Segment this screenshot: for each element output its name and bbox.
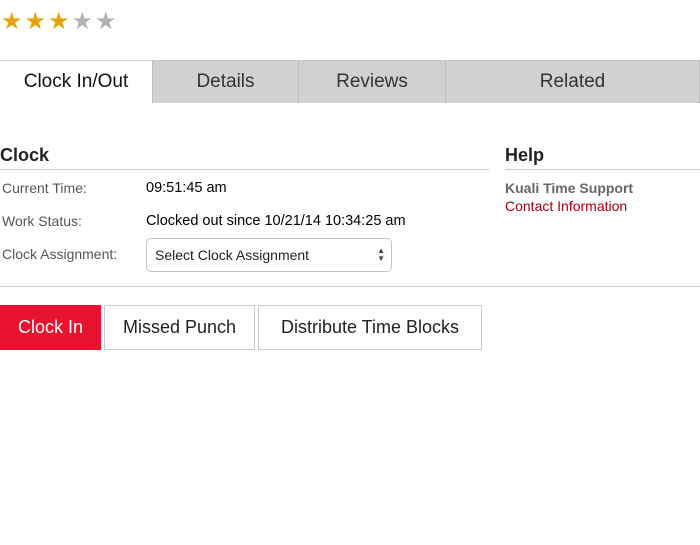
current-time-label: Current Time: bbox=[2, 180, 87, 196]
missed-punch-button[interactable]: Missed Punch bbox=[104, 305, 255, 350]
support-name: Kuali Time Support bbox=[505, 180, 634, 196]
star-empty-icon: ★ bbox=[71, 8, 93, 35]
current-time-value: 09:51:45 am bbox=[146, 180, 227, 196]
star-filled-icon: ★ bbox=[24, 8, 46, 35]
contact-information-link[interactable]: Contact Information bbox=[505, 198, 627, 214]
clock-section-title: Clock bbox=[0, 145, 50, 165]
tab-details[interactable]: Details bbox=[152, 61, 298, 103]
clock-divider bbox=[0, 169, 489, 170]
help-divider bbox=[505, 169, 700, 170]
select-arrows-icon: ▲ ▼ bbox=[377, 246, 385, 263]
tab-related[interactable]: Related bbox=[445, 61, 700, 103]
star-empty-icon: ★ bbox=[94, 8, 117, 35]
tab-clock-in-out[interactable]: Clock In/Out bbox=[0, 61, 152, 104]
distribute-time-blocks-button[interactable]: Distribute Time Blocks bbox=[258, 305, 482, 350]
clock-assignment-selected: Select Clock Assignment bbox=[155, 247, 310, 263]
actions-divider bbox=[0, 286, 700, 287]
tab-reviews[interactable]: Reviews bbox=[298, 61, 445, 103]
help-section-title: Help bbox=[505, 145, 545, 165]
work-status-value: Clocked out since 10/21/14 10:34:25 am bbox=[146, 213, 406, 229]
clock-assignment-select[interactable]: Select Clock Assignment ▲ ▼ bbox=[146, 238, 392, 272]
clock-in-button[interactable]: Clock In bbox=[0, 305, 101, 350]
clock-assignment-label: Clock Assignment: bbox=[2, 246, 118, 262]
star-filled-icon: ★ bbox=[47, 8, 70, 35]
tab-bar: Clock In/Out Details Reviews Related bbox=[0, 60, 700, 104]
star-rating: ★ ★ ★ ★ ★ bbox=[0, 10, 118, 36]
work-status-label: Work Status: bbox=[2, 213, 82, 229]
star-filled-icon: ★ bbox=[0, 8, 23, 35]
